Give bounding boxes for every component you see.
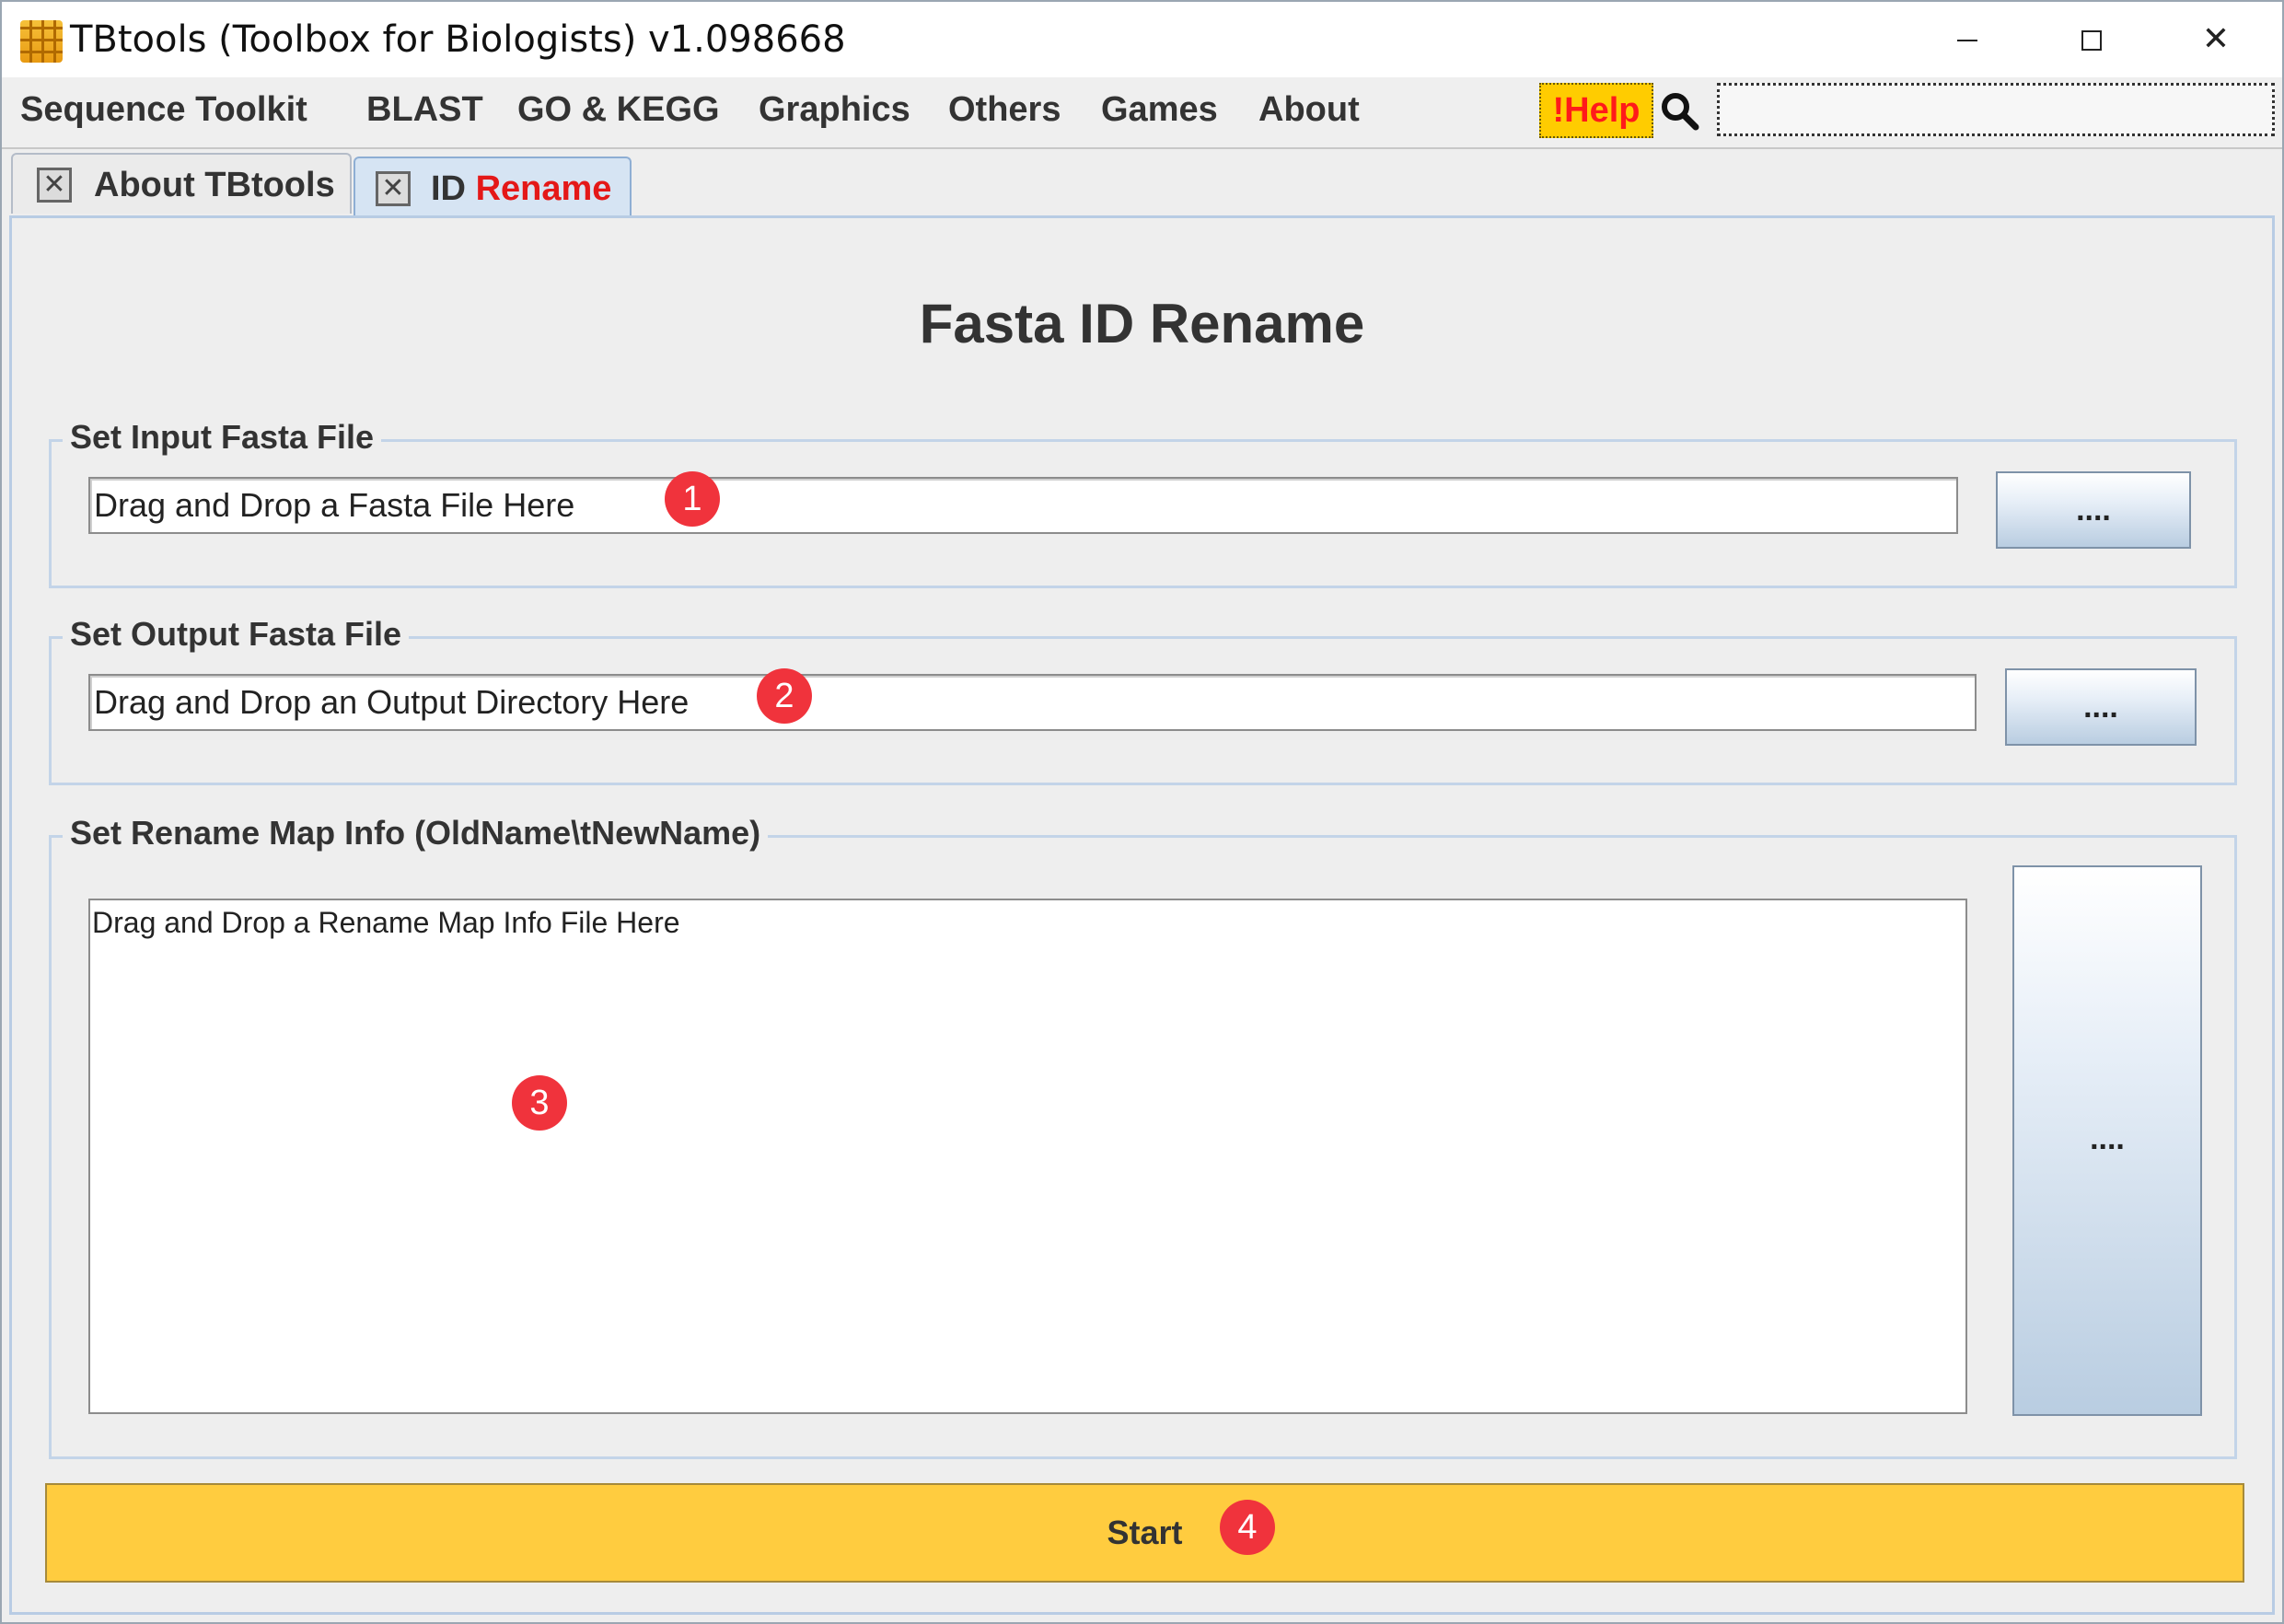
menu-others[interactable]: Others <box>948 90 1061 130</box>
tab-strip: ✕ About TBtools ✕ ID Rename <box>2 149 2282 215</box>
start-button[interactable]: Start <box>45 1483 2244 1583</box>
input-fasta-field[interactable]: Drag and Drop a Fasta File Here <box>88 477 1958 534</box>
input-fasta-group: Set Input Fasta File Drag and Drop a Fas… <box>49 418 2237 588</box>
rename-map-group-title: Set Rename Map Info (OldName\tNewName) <box>63 814 769 853</box>
output-fasta-field[interactable]: Drag and Drop an Output Directory Here <box>88 674 1977 731</box>
title-bar: TBtools (Toolbox for Biologists) v1.0986… <box>2 2 2282 77</box>
menu-sequence-toolkit[interactable]: Sequence Toolkit <box>20 90 307 130</box>
tab-label-suffix: Rename <box>475 169 612 208</box>
app-window: TBtools (Toolbox for Biologists) v1.0986… <box>0 0 2284 1624</box>
menu-bar: Sequence Toolkit BLAST GO & KEGG Graphic… <box>2 77 2282 149</box>
tbtools-logo-icon <box>20 20 63 63</box>
window-title: TBtools (Toolbox for Biologists) v1.0986… <box>70 18 846 61</box>
output-fasta-group-title: Set Output Fasta File <box>63 615 410 654</box>
menu-games[interactable]: Games <box>1101 90 1218 130</box>
tab-close-icon[interactable]: ✕ <box>376 171 411 206</box>
step-marker-3: 3 <box>512 1075 567 1131</box>
page-title: Fasta ID Rename <box>919 293 1365 354</box>
id-rename-panel: Fasta ID Rename Set Input Fasta File Dra… <box>9 215 2275 1615</box>
tab-label-prefix: ID <box>431 169 466 208</box>
minimize-icon <box>1957 40 1977 41</box>
help-button[interactable]: !Help <box>1539 83 1653 138</box>
input-fasta-group-title: Set Input Fasta File <box>63 418 382 457</box>
maximize-button[interactable] <box>2050 11 2133 68</box>
menu-about[interactable]: About <box>1258 90 1360 130</box>
maximize-icon <box>2081 30 2102 51</box>
rename-map-group: Set Rename Map Info (OldName\tNewName) D… <box>49 814 2237 1459</box>
search-input[interactable] <box>1717 83 2275 136</box>
tab-about-label: About TBtools <box>94 166 335 204</box>
step-marker-2: 2 <box>757 668 812 724</box>
search-icon[interactable] <box>1659 90 1699 131</box>
close-button[interactable]: ✕ <box>2174 11 2257 68</box>
rename-map-browse-button[interactable]: .... <box>2012 865 2202 1416</box>
tab-id-rename[interactable]: ✕ ID Rename <box>354 157 632 215</box>
start-button-label: Start <box>1107 1514 1183 1551</box>
output-fasta-group: Set Output Fasta File Drag and Drop an O… <box>49 615 2237 785</box>
step-marker-1: 1 <box>665 471 720 527</box>
input-browse-button[interactable]: .... <box>1996 471 2191 549</box>
tab-id-rename-label: ID Rename <box>431 169 611 209</box>
output-browse-button[interactable]: .... <box>2005 668 2197 746</box>
tab-about-tbtools[interactable]: ✕ About TBtools <box>11 153 352 214</box>
menu-blast[interactable]: BLAST <box>366 90 483 130</box>
tab-close-icon[interactable]: ✕ <box>37 168 72 203</box>
minimize-button[interactable] <box>1926 11 2009 68</box>
menu-go-kegg[interactable]: GO & KEGG <box>517 90 720 130</box>
step-marker-4: 4 <box>1220 1500 1275 1555</box>
menu-graphics[interactable]: Graphics <box>759 90 910 130</box>
rename-map-textarea[interactable]: Drag and Drop a Rename Map Info File Her… <box>88 899 1967 1414</box>
